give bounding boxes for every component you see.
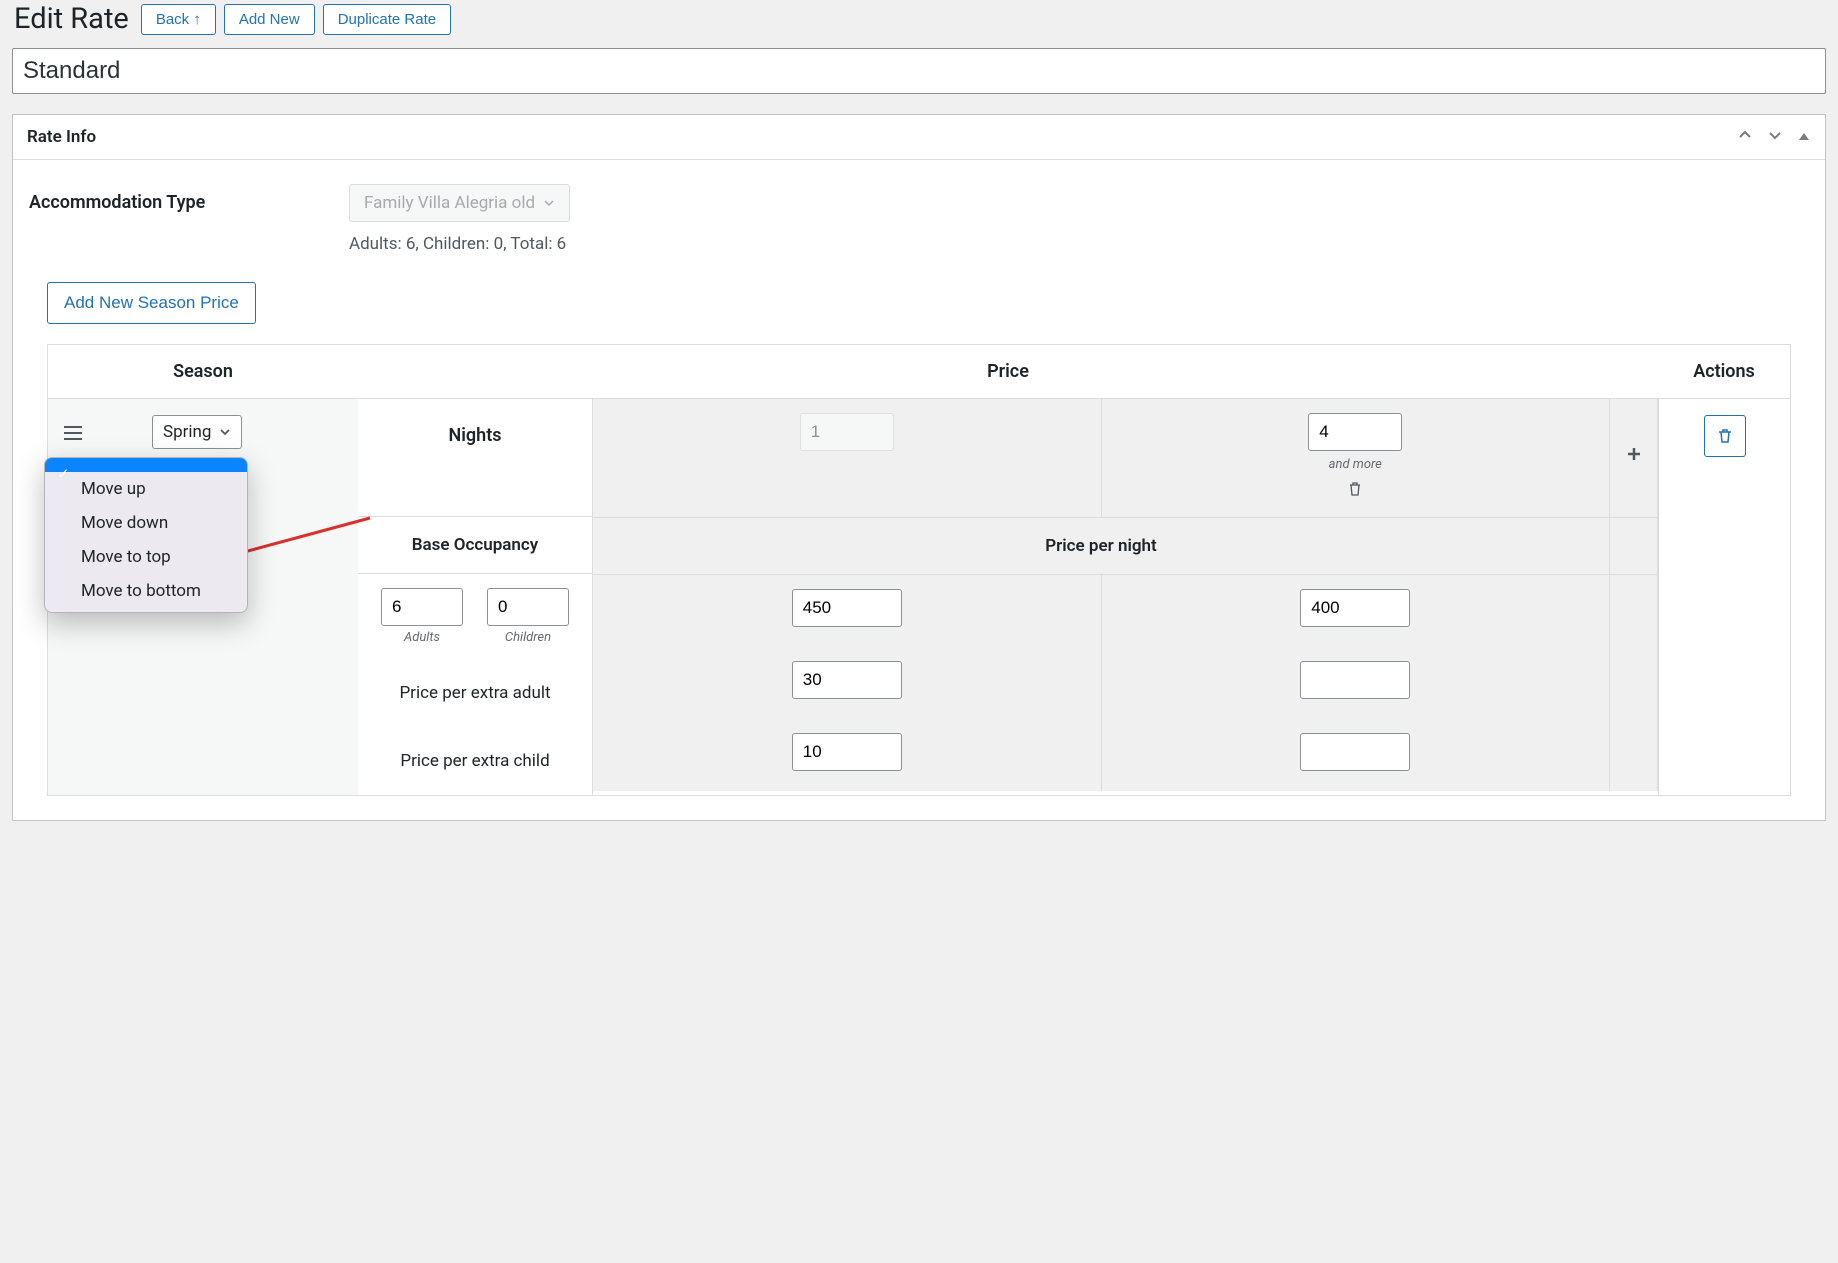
extra-adult-cell-2 [1102, 647, 1611, 719]
drag-handle-icon[interactable] [64, 415, 82, 445]
chevron-down-icon [219, 426, 231, 438]
rate-name-input[interactable] [12, 48, 1826, 94]
delete-night-col-button[interactable] [1348, 482, 1362, 500]
panel-title: Rate Info [27, 127, 96, 147]
extra-child-label: Price per extra child [358, 727, 592, 795]
accommodation-type-select: Family Villa Alegria old [349, 184, 570, 222]
children-caption: Children [487, 630, 569, 645]
add-season-price-button[interactable]: Add New Season Price [47, 282, 256, 324]
extra-adult-label: Price per extra adult [358, 659, 592, 727]
panel-collapse-icon[interactable] [1737, 127, 1753, 147]
page-title: Edit Rate [14, 2, 129, 36]
adults-caption: Adults [381, 630, 463, 645]
dropdown-item-empty[interactable] [45, 458, 247, 472]
row-action-dropdown: Move up Move down Move to top Move to bo… [44, 457, 248, 613]
dropdown-item-move-bottom[interactable]: Move to bottom [45, 574, 247, 608]
extra-adult-input-2[interactable] [1300, 661, 1410, 699]
night-col-2: and more [1102, 399, 1611, 517]
accommodation-type-label: Accommodation Type [29, 184, 349, 213]
extra-adult-cell-1 [593, 647, 1102, 719]
season-select[interactable]: Spring [152, 415, 242, 449]
chevron-down-icon [543, 197, 555, 209]
base-occupancy-label: Base Occupancy [358, 517, 592, 574]
extra-child-input-2[interactable] [1300, 733, 1410, 771]
ppn-cell-2 [1102, 575, 1611, 647]
th-actions: Actions [1658, 345, 1790, 398]
rate-info-panel: Rate Info Accommodation Type Family Vill… [12, 114, 1826, 821]
night-col-1 [593, 399, 1102, 517]
panel-toggle-icon[interactable] [1797, 128, 1811, 147]
extra-child-cell-1 [593, 719, 1102, 791]
and-more-text: and more [1112, 457, 1600, 472]
duplicate-rate-button[interactable]: Duplicate Rate [323, 4, 451, 35]
panel-expand-icon[interactable] [1767, 127, 1783, 147]
back-button[interactable]: Back ↑ [141, 4, 216, 35]
th-price: Price [358, 345, 1658, 398]
ppn-cell-1 [593, 575, 1102, 647]
add-new-button[interactable]: Add New [224, 4, 315, 35]
accommodation-type-value: Family Villa Alegria old [364, 193, 535, 213]
nights-input-2[interactable] [1308, 413, 1402, 451]
base-adults-input[interactable] [381, 588, 463, 626]
dropdown-item-move-up[interactable]: Move up [45, 472, 247, 506]
season-select-value: Spring [163, 422, 211, 442]
dropdown-item-move-down[interactable]: Move down [45, 506, 247, 540]
accommodation-capacity: Adults: 6, Children: 0, Total: 6 [349, 234, 1809, 254]
extra-child-input-1[interactable] [792, 733, 902, 771]
base-children-input[interactable] [487, 588, 569, 626]
th-season: Season [48, 345, 358, 398]
ppn-input-2[interactable] [1300, 589, 1410, 627]
nights-label: Nights [358, 399, 592, 517]
extra-adult-input-1[interactable] [792, 661, 902, 699]
dropdown-item-move-top[interactable]: Move to top [45, 540, 247, 574]
nights-input-1 [800, 413, 894, 451]
add-night-col-button[interactable] [1626, 443, 1642, 467]
ppn-input-1[interactable] [792, 589, 902, 627]
extra-child-cell-2 [1102, 719, 1611, 791]
price-per-night-header: Price per night [593, 518, 1610, 574]
delete-row-button[interactable] [1704, 415, 1746, 457]
